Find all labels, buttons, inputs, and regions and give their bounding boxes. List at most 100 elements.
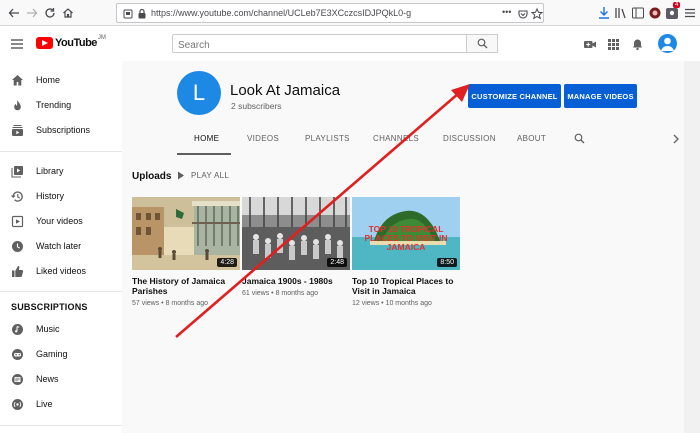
- search-box: [172, 34, 467, 54]
- video-thumbnail[interactable]: TOP 10 TROPICAL PLACES TO VISIT IN JAMAI…: [352, 197, 460, 270]
- address-bar[interactable]: https://www.youtube.com/channel/UCLeb7E3…: [116, 3, 544, 23]
- sidebar-item-history[interactable]: History: [0, 185, 122, 207]
- account-avatar[interactable]: [658, 34, 677, 53]
- subscriptions-heading: SUBSCRIPTIONS: [11, 302, 88, 312]
- lock-icon[interactable]: [136, 8, 148, 20]
- sidebar-item-label: Subscriptions: [36, 125, 91, 135]
- menu-icon[interactable]: [683, 6, 697, 20]
- customize-channel-button[interactable]: CUSTOMIZE CHANNEL: [468, 84, 561, 108]
- video-duration: 8:50: [437, 258, 457, 267]
- channel-avatar[interactable]: L: [177, 71, 221, 115]
- channel-name: Look At Jamaica: [230, 82, 341, 99]
- sidebar-item-watch-later[interactable]: Watch later: [0, 235, 122, 257]
- search-input[interactable]: [173, 37, 466, 54]
- tab-playlists[interactable]: PLAYLISTS: [305, 134, 350, 143]
- pocket-icon[interactable]: [517, 8, 529, 20]
- extension-icon[interactable]: [648, 6, 662, 20]
- tab-discussion[interactable]: DISCUSSION: [443, 134, 496, 143]
- flame-icon: [11, 99, 24, 112]
- manage-videos-button[interactable]: MANAGE VIDEOS: [564, 84, 637, 108]
- channel-header: L Look At Jamaica 2 subscribers CUSTOMIZ…: [122, 61, 684, 157]
- channel-page: L Look At Jamaica 2 subscribers CUSTOMIZ…: [122, 61, 700, 433]
- video-metadata: 57 views • 8 months ago: [132, 300, 208, 307]
- video-title[interactable]: The History of Jamaica Parishes: [132, 276, 240, 296]
- sidebar-item-trending[interactable]: Trending: [0, 94, 122, 116]
- video-card[interactable]: TOP 10 TROPICAL PLACES TO VISIT IN JAMAI…: [352, 197, 460, 307]
- info-icon[interactable]: [122, 8, 134, 20]
- sidebar-divider: [0, 151, 122, 152]
- youtube-header: YouTube JM: [0, 27, 700, 61]
- tab-about[interactable]: ABOUT: [517, 134, 546, 143]
- video-thumbnail[interactable]: 2:48: [242, 197, 350, 270]
- sidebar-divider: [0, 291, 122, 292]
- sidebar-toggle-icon[interactable]: [631, 6, 645, 20]
- play-all-label: PLAY ALL: [191, 171, 230, 180]
- sidebar-item-gaming[interactable]: Gaming: [0, 343, 122, 365]
- create-video-icon[interactable]: [583, 38, 597, 51]
- library-icon: [11, 165, 24, 178]
- notifications-bell-icon[interactable]: [631, 38, 645, 51]
- sidebar-item-home[interactable]: Home: [0, 69, 122, 91]
- search-icon: [477, 38, 487, 49]
- video-metadata: 12 views • 10 months ago: [352, 300, 432, 307]
- subscriptions-icon: [11, 124, 24, 137]
- back-icon[interactable]: [6, 5, 22, 21]
- sidebar-item-library[interactable]: Library: [0, 160, 122, 182]
- logo-country-code: JM: [97, 35, 106, 41]
- sidebar-item-label: Live: [36, 399, 53, 409]
- sidebar-item-label: Your videos: [36, 216, 83, 226]
- play-icon: [178, 171, 184, 180]
- apps-icon[interactable]: [607, 38, 621, 51]
- sidebar-item-subscriptions[interactable]: Subscriptions: [0, 119, 122, 141]
- browser-toolbar: https://www.youtube.com/channel/UCLeb7E3…: [0, 0, 700, 26]
- sidebar-item-music[interactable]: Music: [0, 318, 122, 340]
- video-card[interactable]: 2:48 Jamaica 1900s - 1980s 61 views • 8 …: [242, 197, 350, 297]
- sidebar-item-label: Watch later: [36, 241, 82, 251]
- sidebar-item-label: Library: [36, 166, 64, 176]
- page-scrollbar[interactable]: [684, 61, 700, 433]
- history-icon: [11, 190, 24, 203]
- live-icon: [11, 398, 24, 411]
- news-icon: [11, 373, 24, 386]
- sidebar-item-label: Music: [36, 324, 60, 334]
- logo-text: YouTube: [55, 37, 97, 49]
- thumbnail-overlay-text: TOP 10 TROPICAL PLACES TO VISIT IN JAMAI…: [364, 224, 448, 252]
- music-icon: [11, 323, 24, 336]
- channel-search-icon[interactable]: [574, 133, 585, 144]
- home-icon: [11, 74, 24, 87]
- video-thumbnail[interactable]: 4:28: [132, 197, 240, 270]
- sidebar-item-label: News: [36, 374, 59, 384]
- account-extension-icon[interactable]: 4: [665, 2, 681, 20]
- library-browser-icon[interactable]: [614, 6, 628, 20]
- sidebar-item-live[interactable]: Live: [0, 393, 122, 415]
- tab-home[interactable]: HOME: [194, 134, 219, 143]
- play-all-button[interactable]: PLAY ALL: [177, 171, 229, 180]
- page-actions-icon[interactable]: •••: [502, 7, 511, 17]
- tab-channels[interactable]: CHANNELS: [373, 134, 419, 143]
- video-metadata: 61 views • 8 months ago: [242, 290, 318, 297]
- sidebar-item-label: Liked videos: [36, 266, 87, 276]
- video-title[interactable]: Top 10 Tropical Places to Visit in Jamai…: [352, 276, 460, 296]
- youtube-play-icon: [36, 37, 53, 49]
- forward-icon[interactable]: [24, 5, 40, 21]
- tabs-scroll-right-icon[interactable]: [672, 134, 680, 144]
- guide-menu-icon[interactable]: [11, 39, 23, 49]
- home-browser-icon[interactable]: [60, 5, 76, 21]
- sidebar-item-label: Trending: [36, 100, 72, 110]
- download-icon[interactable]: [597, 6, 611, 20]
- video-title[interactable]: Jamaica 1900s - 1980s: [242, 276, 350, 286]
- extension-badge: 4: [673, 2, 681, 8]
- uploads-heading: Uploads: [132, 171, 172, 182]
- url-text: https://www.youtube.com/channel/UCLeb7E3…: [151, 8, 412, 18]
- reload-icon[interactable]: [42, 5, 58, 21]
- user-silhouette-icon: [661, 37, 674, 51]
- sidebar-item-your-videos[interactable]: Your videos: [0, 210, 122, 232]
- bookmark-star-icon[interactable]: [531, 8, 543, 20]
- tab-videos[interactable]: VIDEOS: [247, 134, 279, 143]
- search-button[interactable]: [467, 34, 498, 53]
- sidebar-item-liked-videos[interactable]: Liked videos: [0, 260, 122, 282]
- video-card[interactable]: 4:28 The History of Jamaica Parishes 57 …: [132, 197, 240, 307]
- youtube-logo[interactable]: YouTube JM: [36, 35, 106, 49]
- sidebar-item-label: Gaming: [36, 349, 68, 359]
- sidebar-item-news[interactable]: News: [0, 368, 122, 390]
